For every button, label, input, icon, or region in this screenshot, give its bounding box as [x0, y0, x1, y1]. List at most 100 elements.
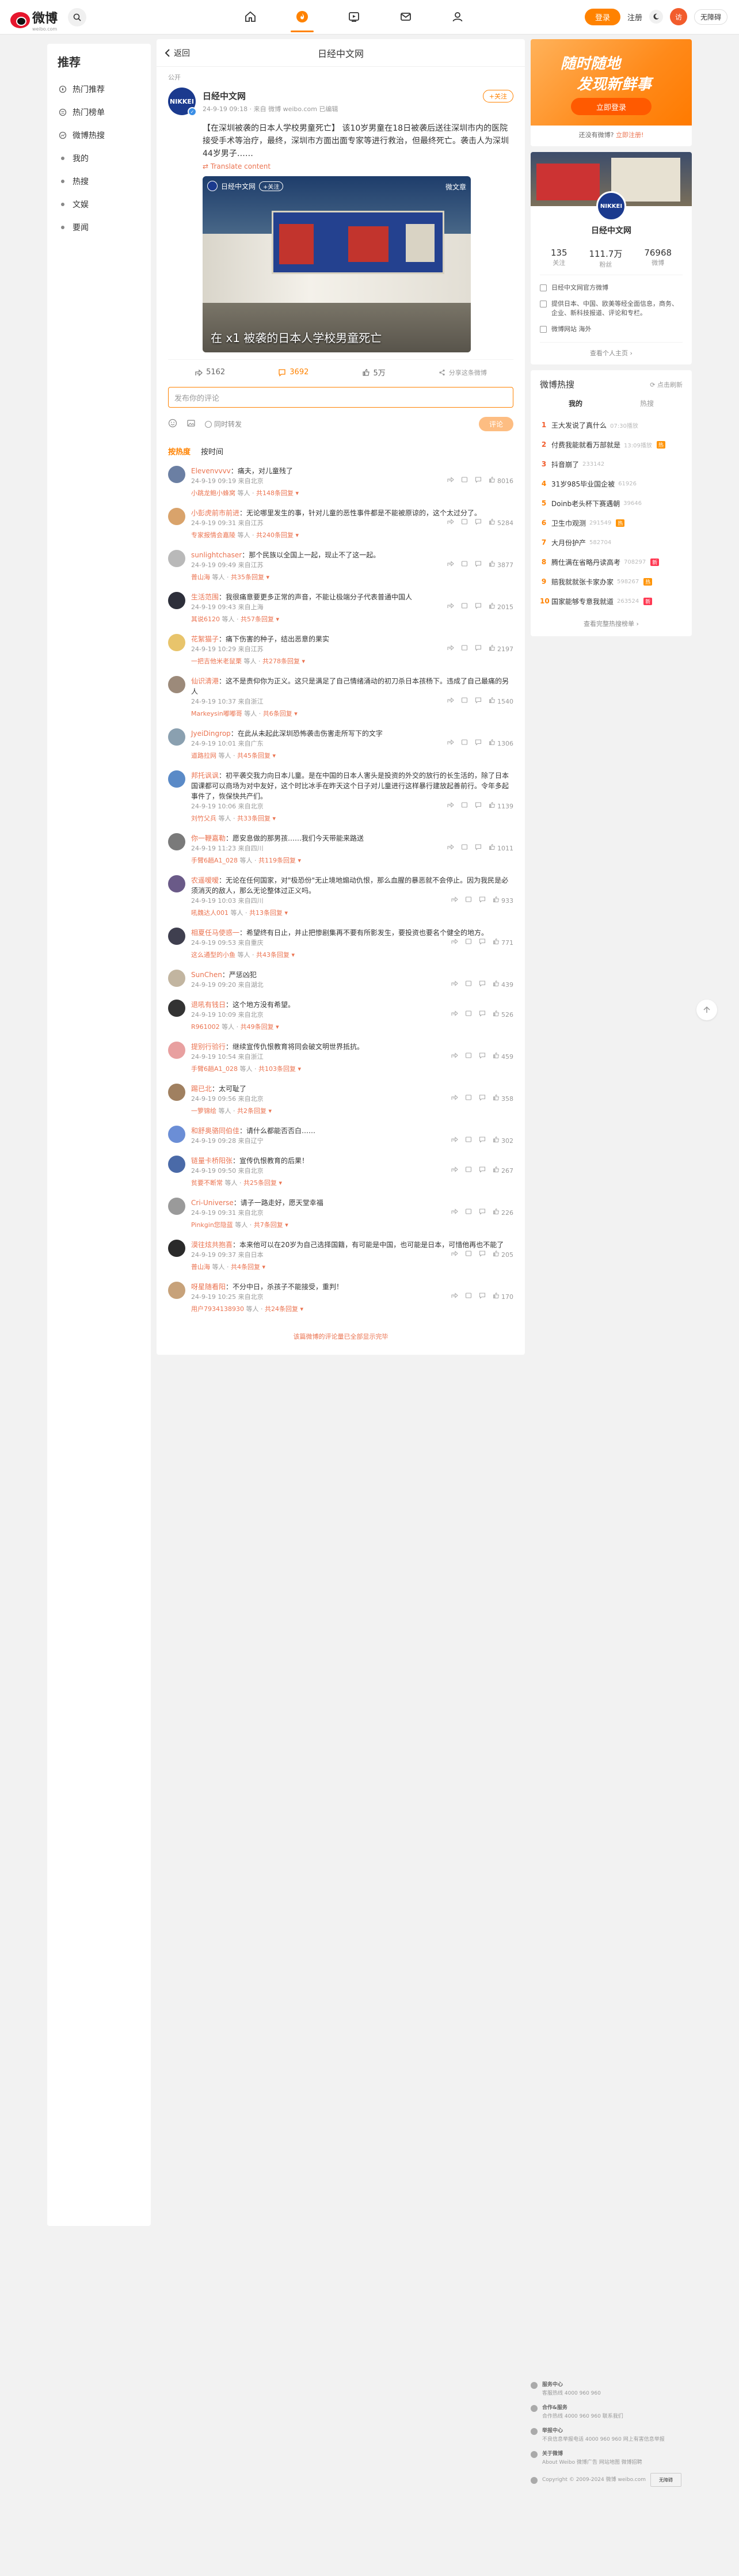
author-avatar[interactable]: NIKKEI ✓ — [168, 88, 197, 116]
commenter-avatar[interactable] — [168, 676, 185, 693]
comment-replies-link[interactable]: Markeysin嘟嘟哥 等人 · 共6条回复 ▾ — [191, 709, 513, 719]
reply-button[interactable] — [479, 1208, 486, 1218]
forward-checkbox[interactable]: 同时转发 — [205, 419, 242, 429]
forward-button[interactable] — [447, 518, 454, 529]
comment-replies-link[interactable]: 刘竹父兵 等人 · 共33条回复 ▾ — [191, 814, 513, 824]
quote-button[interactable] — [465, 1136, 472, 1146]
sidebar-item-entertainment[interactable]: 文娱 — [47, 193, 151, 216]
forward-button[interactable] — [447, 644, 454, 655]
quote-button[interactable] — [465, 1208, 472, 1218]
comment-like-button[interactable]: 2015 — [489, 602, 513, 613]
forward-button[interactable] — [451, 1250, 458, 1260]
forward-button[interactable] — [447, 801, 454, 812]
hot-search-more-link[interactable]: 查看完整热搜榜单 › — [531, 613, 692, 636]
reply-button[interactable] — [479, 1166, 486, 1176]
forward-button[interactable] — [447, 739, 454, 749]
comment-replies-link[interactable]: R961002 等人 · 共49条回复 ▾ — [191, 1022, 513, 1032]
commenter-name[interactable]: Elevenvvvv — [191, 467, 231, 475]
share-post-button[interactable]: 分享这条微博 — [439, 368, 487, 377]
commenter-avatar[interactable] — [168, 770, 185, 788]
forward-button[interactable] — [447, 476, 454, 487]
back-to-top-button[interactable] — [696, 1000, 717, 1020]
commenter-name[interactable]: 踢已北 — [191, 1085, 212, 1093]
hot-search-item[interactable]: 2 付费我能就看万部就是 13:09播放热 — [540, 435, 683, 454]
reply-button[interactable] — [479, 1094, 486, 1104]
reply-button[interactable] — [479, 980, 486, 990]
commenter-avatar[interactable] — [168, 1084, 185, 1101]
commenter-name[interactable]: 你一鞭嘉勒 — [191, 834, 226, 842]
nav-messages[interactable] — [380, 0, 432, 33]
image-follow[interactable]: +关注 — [259, 181, 284, 191]
commenter-avatar[interactable] — [168, 1042, 185, 1059]
comment-like-button[interactable]: 302 — [493, 1136, 513, 1146]
emoji-button[interactable] — [168, 419, 177, 430]
comment-replies-link[interactable]: 吼魏达人001 等人 · 共13条回复 ▾ — [191, 908, 513, 918]
comment-like-button[interactable]: 1139 — [489, 801, 513, 812]
commenter-avatar[interactable] — [168, 1282, 185, 1299]
commenter-avatar[interactable] — [168, 1000, 185, 1017]
hot-search-item[interactable]: 8 腾仕满在省略丹读高考 708297 新 — [540, 552, 683, 572]
quote-button[interactable] — [465, 1250, 472, 1260]
profile-name[interactable]: 日经中文网 — [531, 225, 692, 236]
forward-button[interactable] — [451, 1208, 458, 1218]
reply-button[interactable] — [475, 518, 482, 529]
comment-like-button[interactable]: 205 — [493, 1250, 513, 1260]
comment-submit-button[interactable]: 评论 — [478, 417, 513, 431]
forward-button[interactable] — [447, 697, 454, 707]
stat-followers[interactable]: 111.7万 粉丝 — [589, 248, 622, 269]
reply-button[interactable] — [475, 801, 482, 812]
footer-section-text[interactable]: 不良信息举报电话 4000 960 960 网上有害信息举报 — [542, 2436, 665, 2444]
commenter-name[interactable]: 退吼有钱日 — [191, 1001, 226, 1009]
quote-button[interactable] — [465, 1010, 472, 1020]
commenter-name[interactable]: 漠往炫共抱喜 — [191, 1241, 233, 1249]
reply-button[interactable] — [475, 602, 482, 613]
comment-like-button[interactable]: 771 — [493, 938, 513, 948]
commenter-avatar[interactable] — [168, 550, 185, 567]
commenter-avatar[interactable] — [168, 466, 185, 483]
hot-search-item[interactable]: 7 大月份护产 582704 — [540, 533, 683, 552]
comment-button[interactable]: 3692 — [278, 368, 308, 377]
commenter-name[interactable]: SunChen — [191, 971, 222, 979]
quote-button[interactable] — [461, 844, 468, 854]
quote-button[interactable] — [461, 697, 468, 707]
comment-replies-link[interactable]: 手臂6趟A1_028 等人 · 共103条回复 ▾ — [191, 1064, 513, 1074]
quote-button[interactable] — [465, 896, 472, 906]
commenter-avatar[interactable] — [168, 833, 185, 850]
commenter-avatar[interactable] — [168, 634, 185, 651]
reply-button[interactable] — [479, 938, 486, 948]
tab-hot-search[interactable]: 热搜 — [640, 398, 654, 408]
stat-following[interactable]: 135 关注 — [551, 248, 567, 269]
nav-home[interactable] — [224, 0, 276, 33]
reply-button[interactable] — [475, 697, 482, 707]
comment-replies-link[interactable]: 这么通型的小鱼 等人 · 共43条回复 ▾ — [191, 950, 513, 960]
commenter-name[interactable]: 小彭虎前市前进 — [191, 509, 239, 517]
commenter-name[interactable]: sunlightchaser — [191, 551, 242, 559]
hot-search-item[interactable]: 10 国家能够专意我就道 263524 新 — [540, 591, 683, 611]
comment-like-button[interactable]: 439 — [493, 980, 513, 990]
commenter-avatar[interactable] — [168, 592, 185, 609]
commenter-name[interactable]: JyeiDingrop — [191, 730, 231, 738]
commenter-avatar[interactable] — [168, 970, 185, 987]
follow-button[interactable]: +关注 — [482, 90, 513, 102]
commenter-avatar[interactable] — [168, 1240, 185, 1257]
quote-button[interactable] — [465, 1052, 472, 1062]
forward-button[interactable] — [451, 1136, 458, 1146]
comment-replies-link[interactable]: 道路拉网 等人 · 共45条回复 ▾ — [191, 751, 513, 761]
reply-button[interactable] — [475, 739, 482, 749]
commenter-name[interactable]: 相夏任马使惑一 — [191, 929, 239, 937]
weibo-logo[interactable]: 微博 weibo.com — [10, 8, 58, 32]
reply-button[interactable] — [479, 1010, 486, 1020]
view-profile-link[interactable]: 查看个人主页 › — [540, 342, 683, 364]
tab-sort-hot[interactable]: 按热度 — [168, 446, 191, 457]
refresh-button[interactable]: ⟳ 点击刷新 — [650, 380, 683, 389]
quote-button[interactable] — [465, 980, 472, 990]
forward-button[interactable] — [451, 1094, 458, 1104]
comment-replies-link[interactable]: 贫要不断常 等人 · 共25条回复 ▾ — [191, 1178, 513, 1188]
forward-button[interactable] — [451, 1166, 458, 1176]
comment-replies-link[interactable]: 小跳龙鲍小蜂窝 等人 · 共148条回复 ▾ — [191, 488, 513, 499]
comment-like-button[interactable]: 526 — [493, 1010, 513, 1020]
comment-like-button[interactable]: 5284 — [489, 518, 513, 529]
comment-like-button[interactable]: 1540 — [489, 697, 513, 707]
sidebar-item-hot-list[interactable]: 热门榜单 — [47, 101, 151, 124]
comment-like-button[interactable]: 8016 — [489, 476, 513, 487]
